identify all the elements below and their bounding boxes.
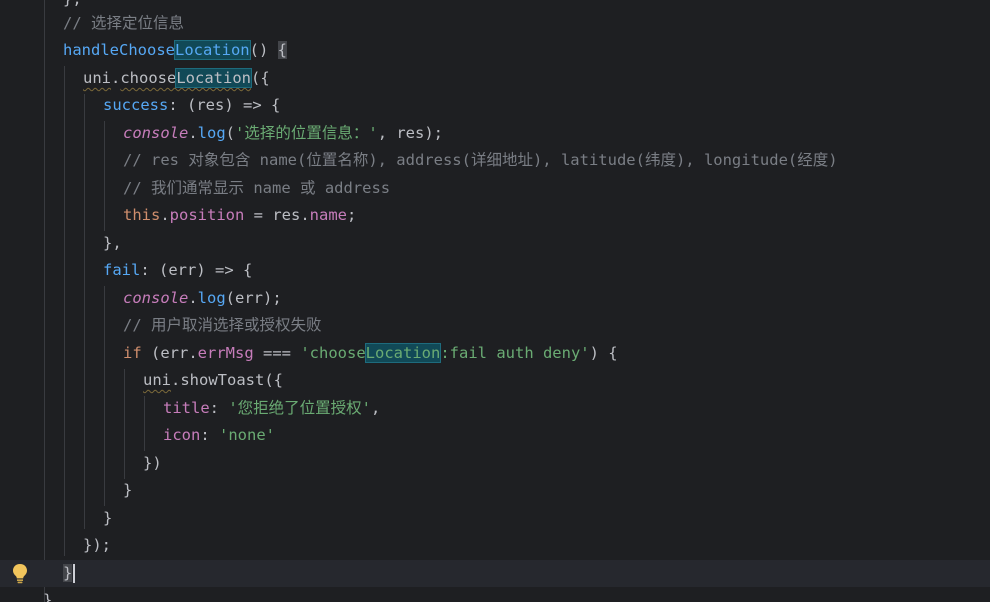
- code-line[interactable]: // 选择定位信息: [0, 10, 990, 37]
- code-punct: (err.: [141, 344, 198, 362]
- code-text: console.log('选择的位置信息：', res);: [123, 120, 443, 147]
- console-object: console: [123, 124, 189, 142]
- code-line[interactable]: }): [0, 450, 990, 477]
- code-line[interactable]: uni.chooseLocation({: [0, 65, 990, 92]
- code-punct: ;: [346, 206, 357, 224]
- code-punct: .: [188, 124, 198, 142]
- code-line[interactable]: // 我们通常显示 name 或 address: [0, 175, 990, 202]
- code-punct: .showToast({: [171, 371, 283, 389]
- string-literal: 'none': [219, 426, 275, 444]
- code-punct: = res.: [244, 206, 310, 224]
- property-key: icon: [163, 426, 201, 444]
- this-keyword: this: [123, 206, 161, 224]
- string-literal: :fail auth deny': [440, 344, 590, 362]
- code-text: }: [103, 509, 113, 527]
- code-text: },: [43, 591, 62, 602]
- code-editor[interactable]: }, // 选择定位信息 handleChooseLocation() { un…: [0, 0, 990, 602]
- code-line[interactable]: title: '您拒绝了位置授权',: [0, 395, 990, 422]
- method-name: choose: [120, 69, 177, 87]
- lightbulb-icon[interactable]: [11, 563, 29, 585]
- property-key: title: [163, 399, 210, 417]
- code-line[interactable]: fail: (err) => {: [0, 257, 990, 284]
- code-punct: (): [249, 41, 278, 59]
- code-line[interactable]: uni.showToast({: [0, 367, 990, 394]
- code-punct: : (res) => {: [168, 96, 281, 114]
- property-key: fail: [103, 261, 141, 279]
- current-code-line[interactable]: }: [0, 560, 990, 587]
- text-caret: [73, 564, 76, 583]
- code-text: }: [123, 481, 133, 499]
- code-punct: :: [200, 426, 219, 444]
- code-text: }: [63, 560, 76, 587]
- property-name: position: [169, 206, 245, 224]
- string-literal: '您拒绝了位置授权': [228, 399, 372, 417]
- if-keyword: if: [123, 344, 142, 362]
- code-punct: .: [188, 289, 198, 307]
- function-name: handleChoose: [63, 41, 175, 59]
- console-object: console: [123, 289, 189, 307]
- code-text: success: (res) => {: [103, 92, 280, 119]
- search-highlight: Location: [175, 68, 252, 88]
- object-name: uni: [143, 371, 171, 389]
- code-line[interactable]: // res 对象包含 name(位置名称), address(详细地址), l…: [0, 147, 990, 174]
- code-text: if (err.errMsg === 'chooseLocation:fail …: [123, 340, 618, 367]
- code-punct: ===: [253, 344, 301, 362]
- code-punct: :: [209, 399, 229, 417]
- code-line[interactable]: }: [0, 505, 990, 532]
- code-punct: .: [160, 206, 170, 224]
- code-line[interactable]: handleChooseLocation() {: [0, 37, 990, 64]
- code-line[interactable]: }: [0, 477, 990, 504]
- code-text: console.log(err);: [123, 285, 282, 312]
- code-punct: (: [225, 124, 236, 142]
- code-line[interactable]: });: [0, 532, 990, 559]
- comment-text: // res 对象包含 name(位置名称), address(详细地址), l…: [123, 151, 838, 169]
- code-text: }): [143, 454, 162, 472]
- property-name: name: [309, 206, 347, 224]
- code-text: title: '您拒绝了位置授权',: [163, 395, 380, 422]
- code-punct: ,: [371, 399, 381, 417]
- code-text: });: [83, 536, 111, 554]
- code-text: icon: 'none': [163, 422, 275, 449]
- search-highlight: Location: [173, 40, 251, 60]
- matched-brace: {: [277, 41, 287, 59]
- code-line[interactable]: icon: 'none': [0, 422, 990, 449]
- code-line[interactable]: console.log(err);: [0, 285, 990, 312]
- property-name: errMsg: [197, 344, 254, 362]
- code-line[interactable]: // 用户取消选择或授权失败: [0, 312, 990, 339]
- method-name: log: [197, 124, 226, 142]
- code-line[interactable]: },: [0, 230, 990, 257]
- code-punct: : (err) => {: [140, 261, 253, 279]
- code-text: uni.chooseLocation({: [83, 65, 270, 92]
- code-text: },: [103, 234, 122, 252]
- code-text: handleChooseLocation() {: [63, 37, 287, 64]
- code-punct: , res);: [377, 124, 444, 142]
- code-line[interactable]: },: [0, 587, 990, 602]
- code-line[interactable]: this.position = res.name;: [0, 202, 990, 229]
- matched-brace: }: [63, 564, 73, 582]
- comment-text: // 选择定位信息: [63, 14, 184, 32]
- property-key: success: [103, 96, 169, 114]
- code-line[interactable]: success: (res) => {: [0, 92, 990, 119]
- search-highlight: Location: [364, 343, 442, 363]
- code-text: this.position = res.name;: [123, 202, 356, 229]
- string-literal: 'choose: [300, 344, 366, 362]
- code-line[interactable]: console.log('选择的位置信息：', res);: [0, 120, 990, 147]
- code-line[interactable]: if (err.errMsg === 'chooseLocation:fail …: [0, 340, 990, 367]
- method-name: log: [197, 289, 226, 307]
- comment-text: // 我们通常显示 name 或 address: [123, 179, 391, 197]
- comment-text: // 用户取消选择或授权失败: [123, 316, 322, 334]
- code-text: uni.showToast({: [143, 367, 283, 394]
- code-punct: .: [111, 69, 121, 87]
- object-name: uni: [83, 69, 111, 87]
- code-punct: (err);: [225, 289, 282, 307]
- string-literal: '选择的位置信息：': [235, 124, 378, 142]
- code-text: fail: (err) => {: [103, 257, 252, 284]
- code-punct: ) {: [589, 344, 618, 362]
- code-punct: ({: [251, 69, 270, 87]
